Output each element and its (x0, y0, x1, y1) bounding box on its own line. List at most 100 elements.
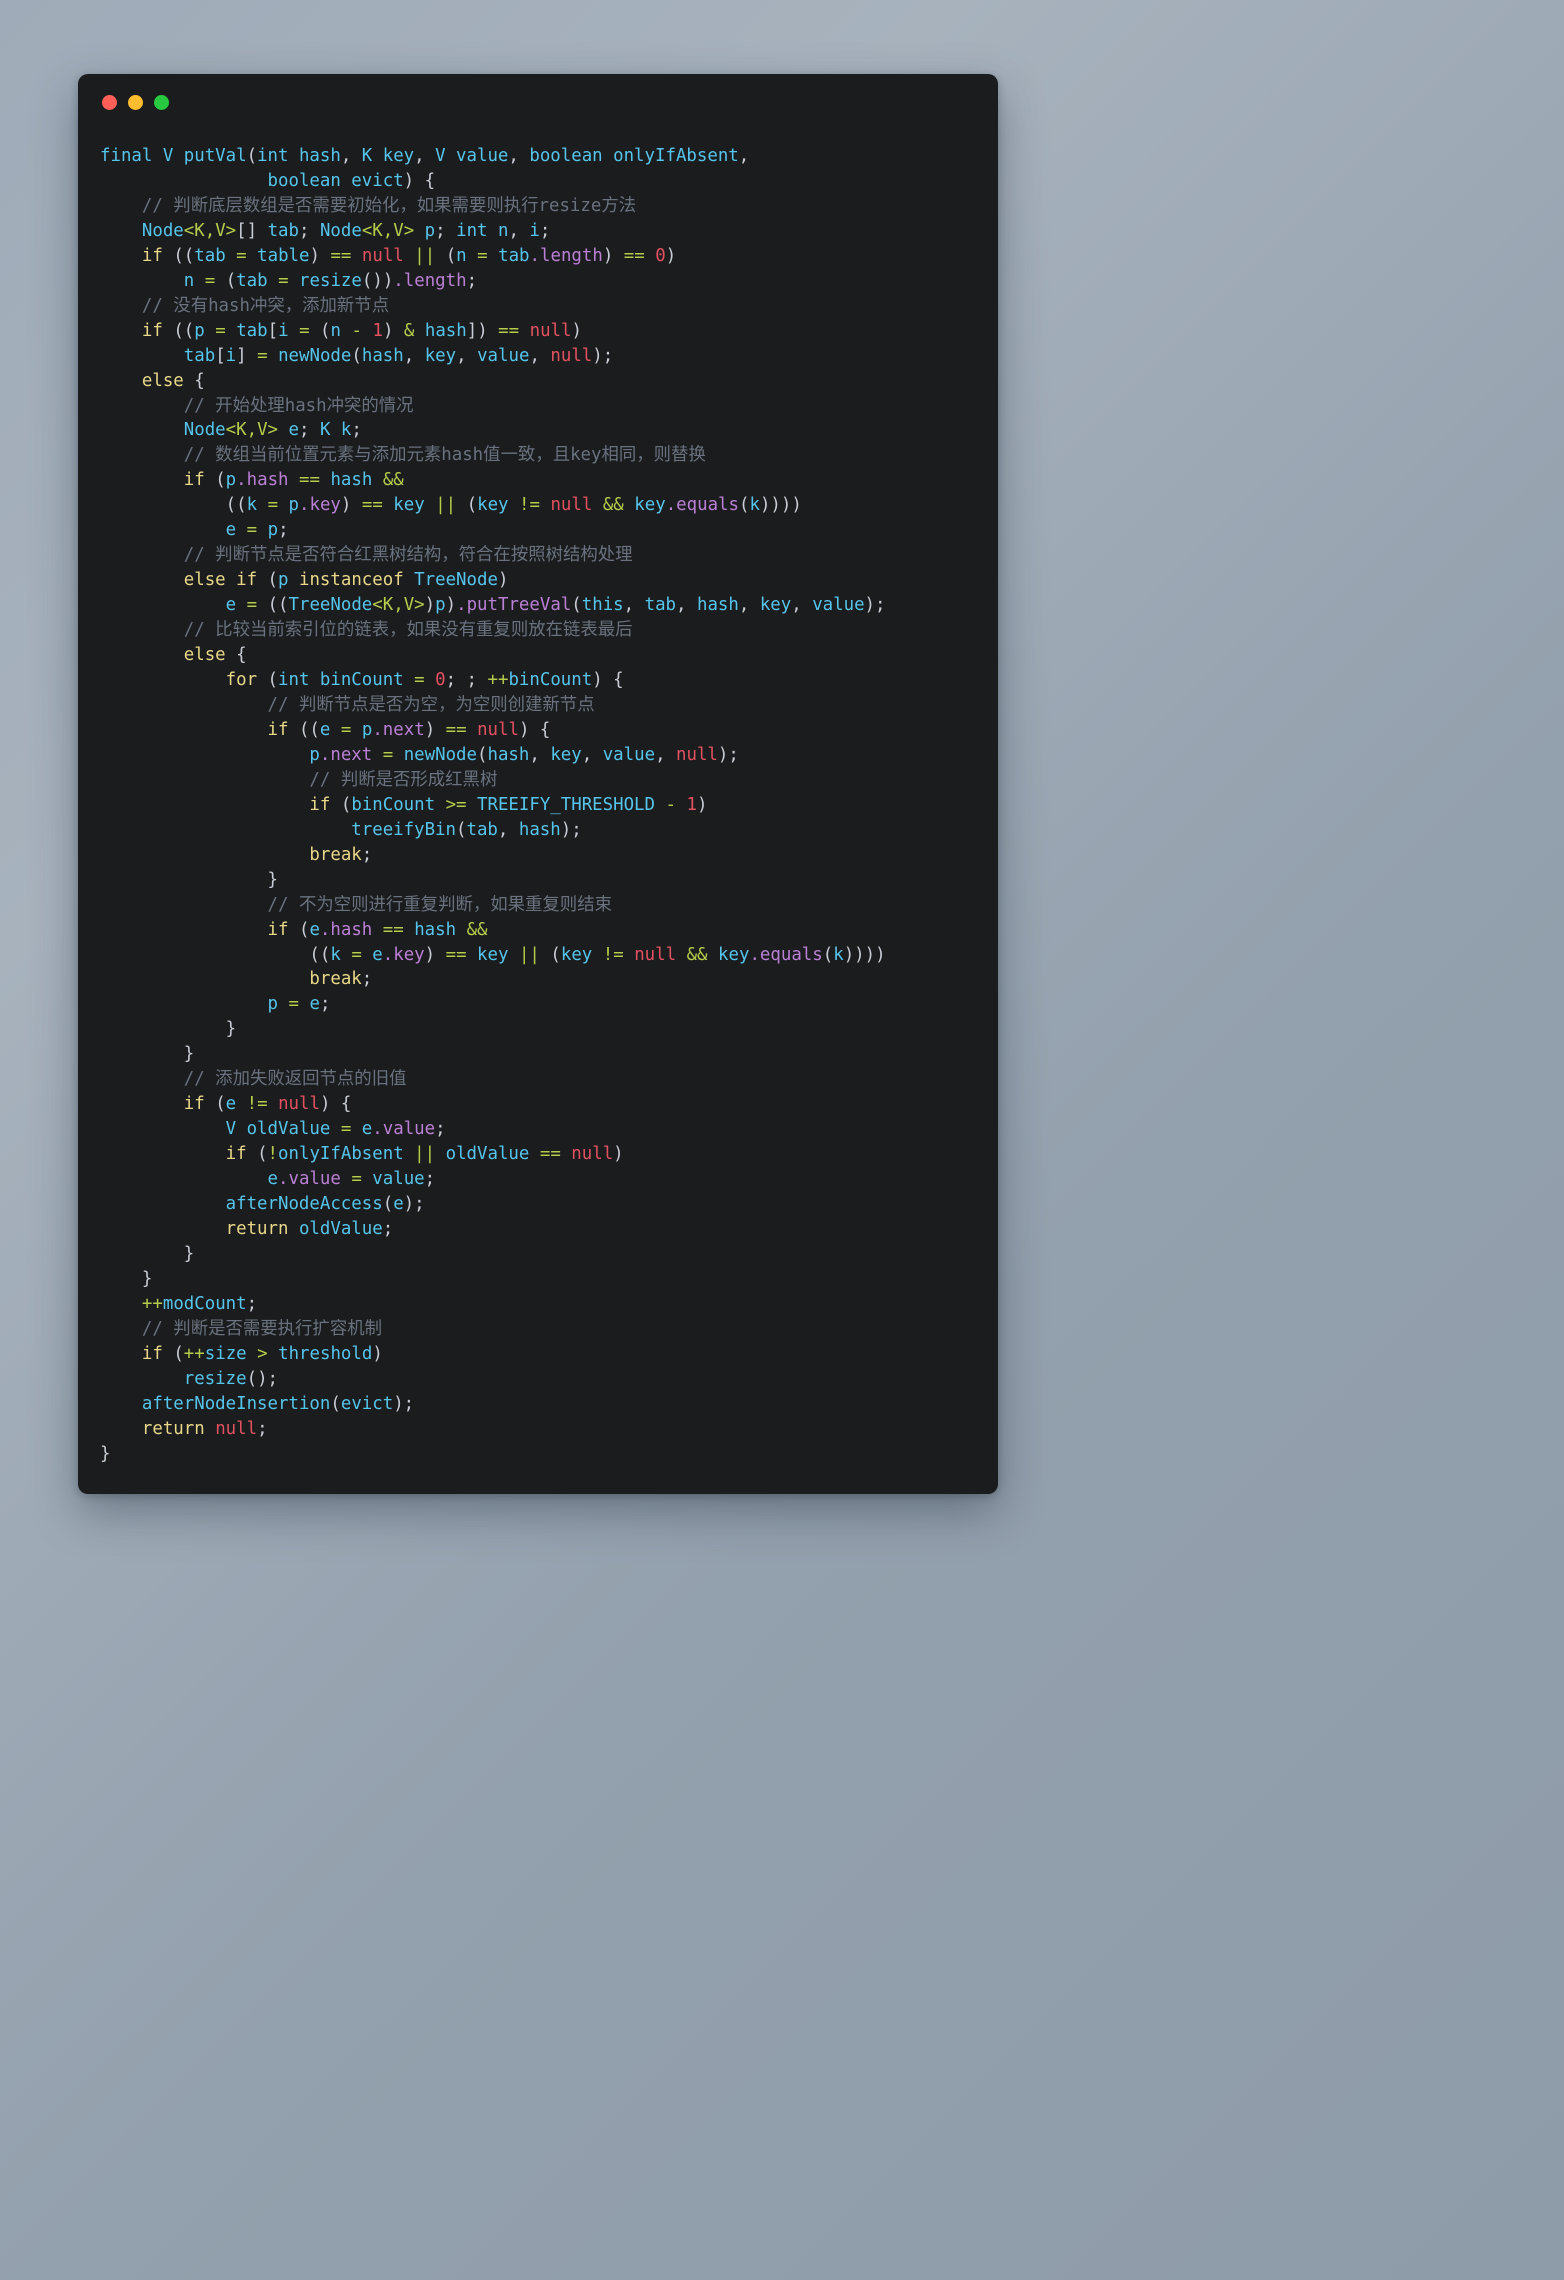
code-token-pun (624, 945, 634, 965)
code-token-pun (404, 570, 414, 590)
code-token-pun (655, 795, 665, 815)
code-token-pun (100, 670, 226, 690)
code-token-pun: ; (246, 1293, 258, 1314)
code-token-id: tab (183, 345, 216, 366)
code-token-pun (100, 1119, 226, 1139)
code-token-pun (404, 670, 414, 690)
code-token-kw: if (141, 245, 163, 266)
code-token-op: = (246, 520, 258, 541)
code-token-pun: ) (424, 595, 436, 616)
code-token-cmt: // 判断是否需要执行扩容机制 (141, 1318, 382, 1339)
code-token-pun (362, 945, 372, 965)
code-token-pun (592, 945, 602, 965)
code-token-id: k (749, 495, 760, 516)
code-token-id: tab (236, 270, 268, 291)
code-token-pun (100, 820, 351, 840)
code-token-cmt: // 不为空则进行重复判断，如果重复则结束 (267, 894, 612, 915)
code-token-pun (257, 520, 267, 540)
code-token-pun: ; (539, 220, 551, 241)
code-token-id: hash (424, 320, 467, 341)
code-token-pun (194, 271, 204, 291)
code-token-id: k (330, 944, 341, 965)
code-token-id: TREEIFY_THRESHOLD (477, 794, 655, 815)
code-token-pun: , (738, 595, 760, 616)
code-token-prop: .equals (749, 944, 823, 965)
code-token-kw: else (141, 370, 184, 391)
code-token-pun: ; ; (445, 670, 488, 691)
code-token-pun (100, 595, 226, 615)
code-token-pun: , (508, 220, 530, 241)
code-token-pun: ( (257, 670, 279, 691)
code-token-pun: [ (215, 345, 226, 366)
code-token-pun: , (529, 345, 551, 366)
code-token-pun (299, 994, 309, 1014)
code-token-pun (100, 920, 268, 940)
code-token-pun (341, 945, 351, 965)
code-token-pun: } (183, 1044, 195, 1065)
code-token-nul: null (634, 944, 677, 965)
code-token-pun (289, 570, 299, 590)
code-token-pun (268, 1094, 278, 1114)
code-token-pun (226, 321, 236, 341)
code-token-pun (100, 246, 142, 266)
code-token-id: newNode (403, 744, 477, 765)
code-token-pun: ; (257, 1418, 268, 1439)
code-content-area[interactable]: final V putVal(int hash, K key, V value,… (78, 130, 998, 1467)
code-token-pun (100, 620, 184, 640)
code-token-id: n (183, 270, 195, 291)
code-token-prop: .length (393, 270, 467, 291)
code-token-pun (100, 1419, 142, 1439)
code-token-pun: )))) (843, 944, 886, 965)
code-token-id: evict (340, 1393, 394, 1414)
code-token-id: hash (518, 819, 561, 840)
code-token-pun: ); (864, 595, 886, 616)
code-token-id: onlyIfAbsent (278, 1144, 404, 1165)
code-token-kw: if (267, 919, 289, 940)
code-token-id: key (393, 495, 425, 516)
code-token-prop: .putTreeVal (456, 595, 572, 616)
code-token-pun (100, 1094, 184, 1114)
code-token-pun: , (676, 595, 697, 616)
code-token-nul: null (278, 1094, 320, 1115)
code-token-pun: ( (215, 270, 237, 291)
code-token-op: == (623, 245, 645, 266)
close-button-icon[interactable] (102, 94, 117, 110)
code-token-id: e (393, 1194, 404, 1215)
code-token-gen: <K,V> (372, 595, 425, 616)
code-token-pun: ( (539, 944, 561, 965)
code-token-id: binCount (508, 670, 593, 691)
code-token-id: value (602, 744, 656, 765)
java-source-code[interactable]: final V putVal(int hash, K key, V value,… (78, 144, 998, 1467)
code-token-op: == (330, 245, 352, 266)
maximize-button-icon[interactable] (154, 94, 169, 110)
code-token-pun (100, 171, 268, 191)
code-token-pun: ( (288, 919, 310, 940)
code-token-id: Node (183, 420, 226, 441)
code-token-pun: ); (592, 345, 614, 366)
minimize-button-icon[interactable] (128, 94, 143, 110)
code-token-pun: ; (278, 520, 289, 541)
code-token-pun: ; (361, 969, 373, 990)
code-token-pun (100, 1394, 142, 1414)
code-token-pun (100, 695, 268, 715)
code-token-cmt: // 判断节点是否符合红黑树结构，符合在按照树结构处理 (183, 545, 633, 566)
code-token-pun: } (100, 1443, 111, 1464)
code-token-id: key (477, 495, 509, 516)
code-token-pun: ) (696, 794, 708, 815)
code-token-pun: ] (236, 345, 258, 366)
code-token-pun: ) (309, 245, 331, 266)
code-token-op: ++ (183, 1343, 205, 1364)
code-token-kw: break (309, 969, 362, 990)
code-token-pun (100, 1169, 268, 1189)
code-token-pun: ); (403, 1194, 425, 1215)
code-token-op: = (246, 595, 258, 616)
code-token-pun: [] (236, 220, 268, 241)
code-token-pun (100, 1319, 142, 1339)
code-token-pun: (( (288, 719, 320, 740)
code-token-pun (100, 1019, 226, 1039)
code-token-pun (467, 945, 477, 965)
code-token-op: = (236, 245, 247, 266)
code-token-pun (404, 246, 414, 266)
code-token-id: e (267, 1169, 279, 1190)
code-token-id: oldValue (298, 1218, 383, 1239)
